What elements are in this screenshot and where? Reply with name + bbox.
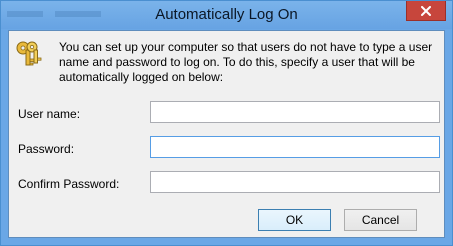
dialog-window: Automatically Log On You can set up your…: [0, 0, 453, 246]
close-button[interactable]: [406, 1, 446, 21]
keys-icon: [16, 41, 42, 66]
password-label: Password:: [18, 142, 75, 156]
title-bar[interactable]: Automatically Log On: [1, 1, 452, 29]
password-input[interactable]: [150, 136, 440, 158]
intro-text: You can set up your computer so that use…: [59, 40, 433, 84]
user-name-label: User name:: [18, 107, 81, 121]
ok-button[interactable]: OK: [258, 209, 331, 231]
dialog-body: You can set up your computer so that use…: [8, 30, 445, 238]
confirm-password-input[interactable]: [150, 171, 440, 193]
user-name-input[interactable]: [150, 101, 440, 123]
dialog-title: Automatically Log On: [155, 6, 298, 23]
confirm-password-label: Confirm Password:: [18, 177, 120, 191]
close-icon: [421, 5, 431, 16]
cancel-button[interactable]: Cancel: [344, 209, 417, 231]
